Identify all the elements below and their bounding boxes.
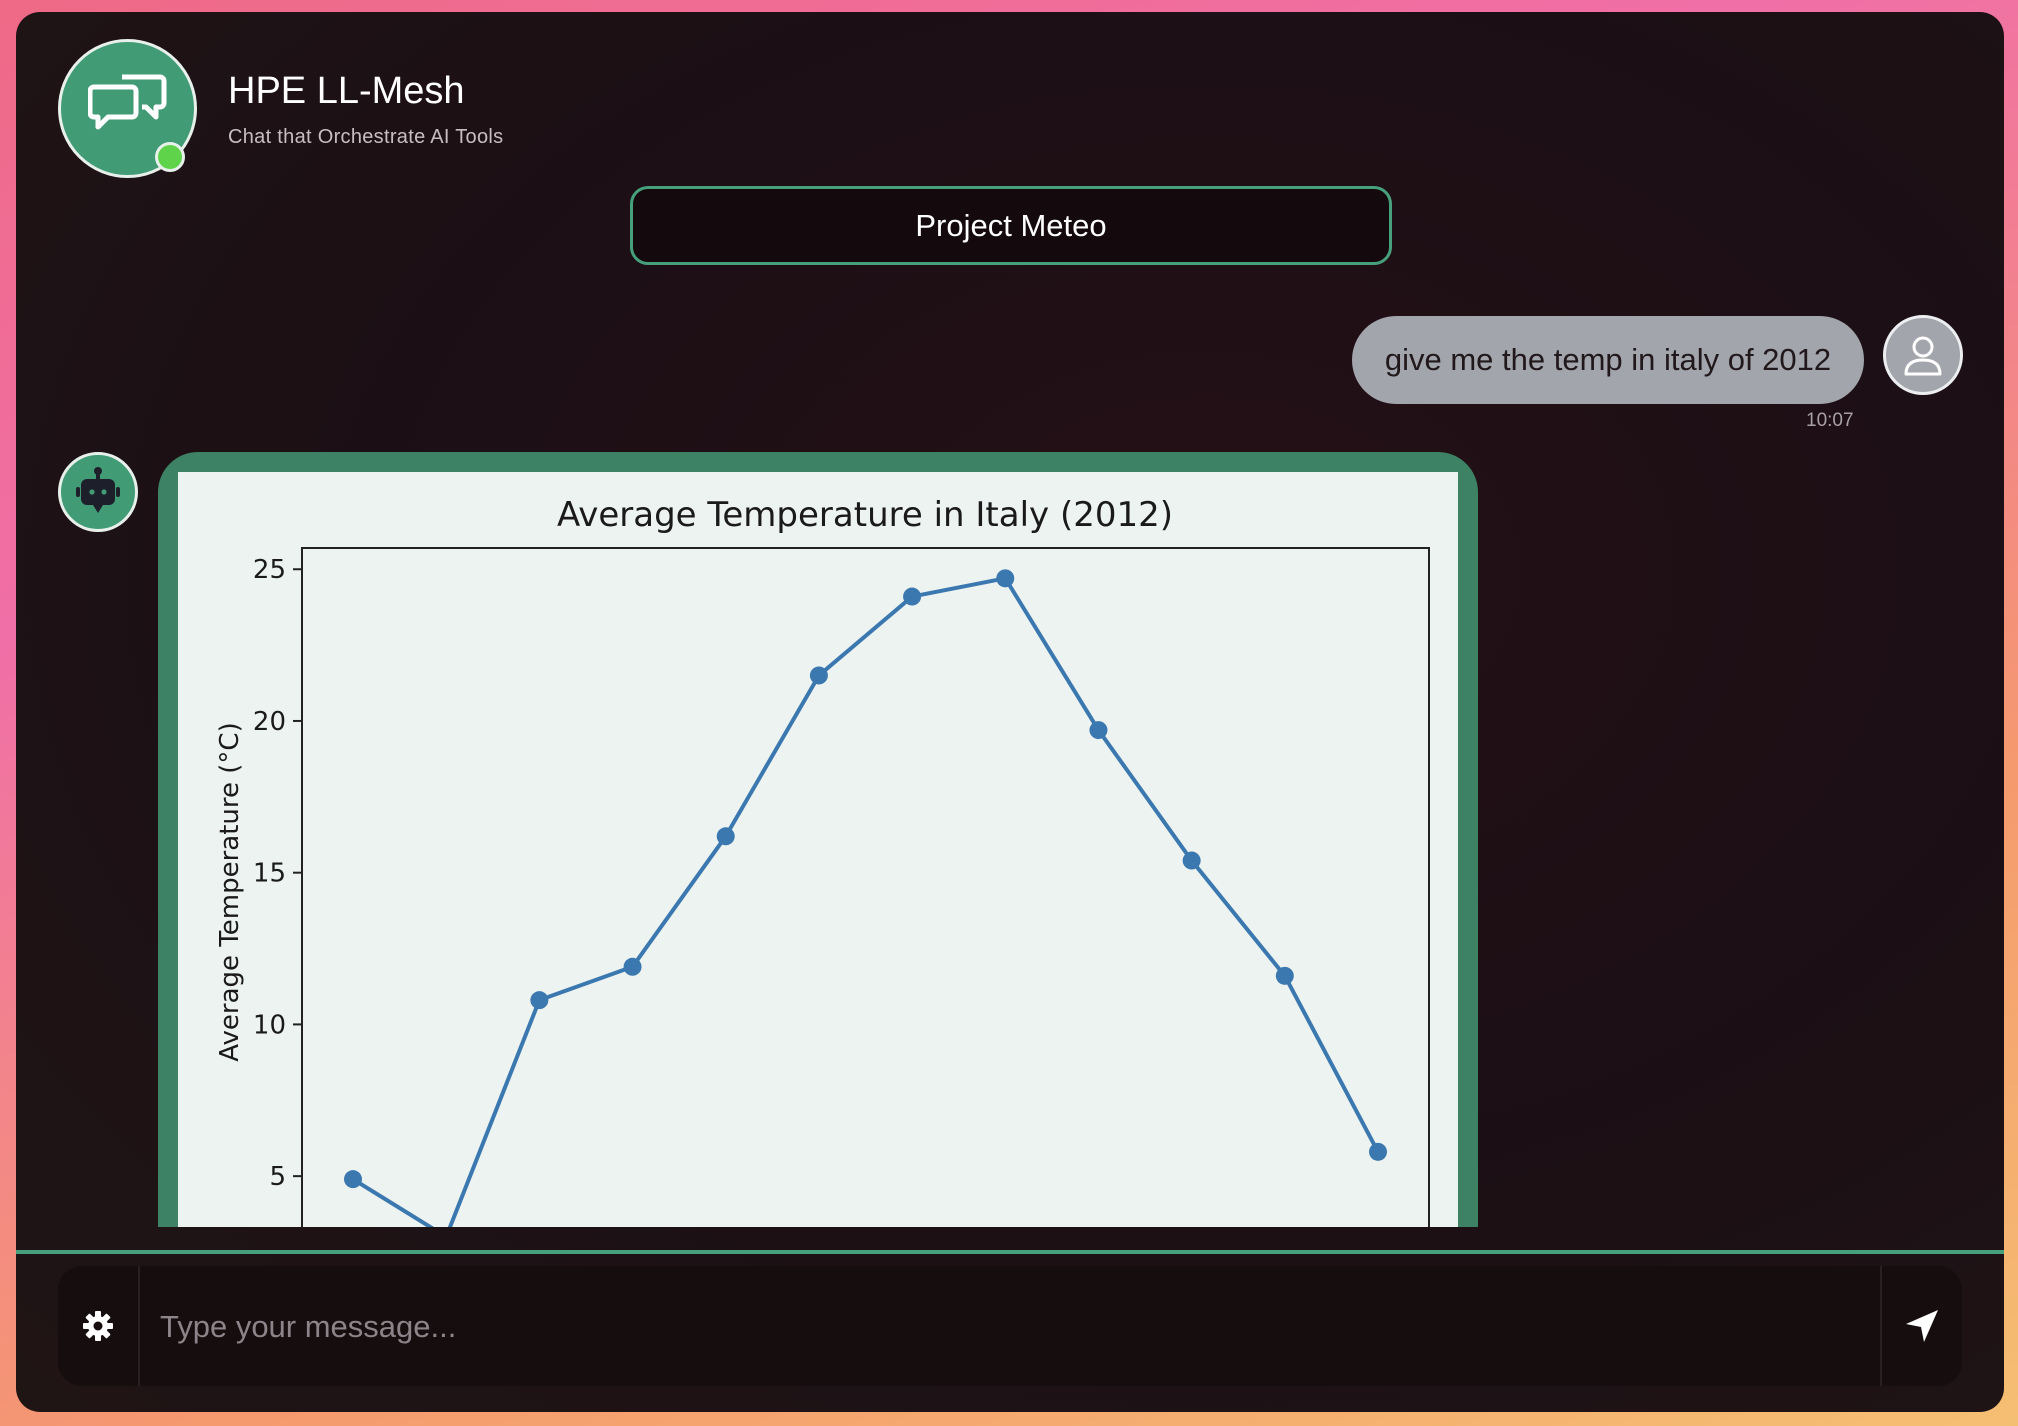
data-point — [623, 957, 642, 976]
gear-icon — [83, 1311, 113, 1341]
app-subtitle: Chat that Orchestrate AI Tools — [228, 126, 504, 148]
message-input[interactable] — [158, 1296, 1812, 1358]
data-point — [809, 666, 828, 685]
data-point — [344, 1170, 362, 1189]
y-tick-label: 20 — [253, 707, 286, 737]
data-point — [903, 587, 922, 606]
chat-window: HPE LL-Mesh Chat that Orchestrate AI Too… — [16, 12, 2004, 1412]
data-point — [530, 991, 549, 1010]
online-status-dot — [155, 142, 185, 172]
robot-icon — [76, 467, 120, 513]
send-arrow-icon — [1906, 1310, 1938, 1342]
series-line — [351, 576, 1380, 1227]
chart-area: Average Temperature in Italy (2012) Aver… — [178, 472, 1458, 1227]
send-button[interactable] — [1880, 1266, 1962, 1386]
user-avatar — [1883, 315, 1963, 395]
bot-message-card: Average Temperature in Italy (2012) Aver… — [158, 452, 1478, 1227]
data-point — [716, 827, 735, 846]
data-point — [1182, 851, 1201, 870]
y-tick-label: 5 — [269, 1162, 286, 1192]
y-tick-label: 10 — [253, 1010, 286, 1040]
chart-y-axis-label: Average Temperature (°C) — [215, 722, 245, 1061]
chat-bubbles-icon — [87, 74, 166, 129]
data-point — [1275, 966, 1294, 985]
data-point — [1369, 1142, 1387, 1161]
bot-avatar — [58, 452, 138, 532]
settings-button[interactable] — [58, 1266, 140, 1386]
y-tick-label: 25 — [253, 555, 286, 585]
project-button[interactable]: Project Meteo — [630, 186, 1392, 265]
chart-plot-frame — [301, 547, 1430, 1227]
message-timestamp: 10:07 — [1806, 410, 1854, 431]
temperature-line-chart: Average Temperature in Italy (2012) Aver… — [215, 495, 1430, 1227]
message-composer — [58, 1266, 1962, 1386]
app-title: HPE LL-Mesh — [228, 70, 465, 112]
data-point — [1089, 721, 1108, 740]
y-tick-label: 15 — [253, 859, 286, 889]
composer-divider — [16, 1250, 2004, 1254]
data-point — [996, 569, 1015, 588]
user-icon — [1904, 336, 1942, 376]
chart-title: Average Temperature in Italy (2012) — [557, 495, 1173, 535]
user-message-bubble: give me the temp in italy of 2012 — [1352, 316, 1864, 404]
